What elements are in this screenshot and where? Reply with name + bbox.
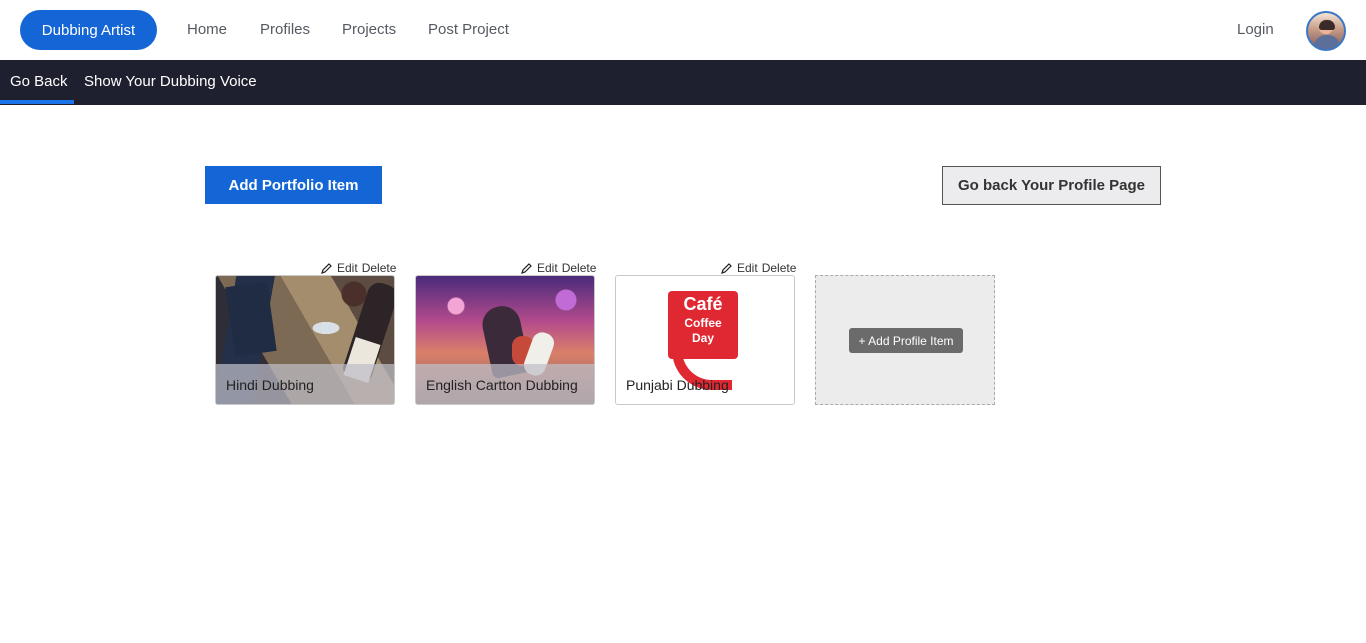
active-tab-indicator	[0, 100, 74, 104]
secondary-navbar: Go Back Show Your Dubbing Voice	[0, 60, 1366, 105]
nav-link-projects[interactable]: Projects	[342, 21, 396, 38]
edit-link[interactable]: Edit	[537, 261, 558, 275]
edit-link[interactable]: Edit	[737, 261, 758, 275]
login-link[interactable]: Login	[1237, 21, 1274, 38]
logo-text: Café	[683, 294, 723, 314]
card-actions: Edit Delete	[520, 261, 596, 275]
tab-show-dubbing-voice[interactable]: Show Your Dubbing Voice	[84, 73, 257, 90]
edit-link[interactable]: Edit	[337, 261, 358, 275]
pencil-icon[interactable]	[520, 262, 533, 275]
go-back-profile-button[interactable]: Go back Your Profile Page	[942, 166, 1161, 205]
nav-link-home[interactable]: Home	[187, 21, 227, 38]
delete-link[interactable]: Delete	[762, 261, 797, 275]
add-profile-item-card[interactable]: + Add Profile Item	[815, 275, 995, 405]
top-navbar: Dubbing Artist Home Profiles Projects Po…	[0, 0, 1366, 60]
avatar[interactable]	[1306, 11, 1346, 51]
portfolio-card[interactable]: Hindi Dubbing	[215, 275, 395, 405]
card-actions: Edit Delete	[720, 261, 796, 275]
pencil-icon[interactable]	[720, 262, 733, 275]
avatar-body	[1314, 35, 1340, 49]
logo-text: Coffee	[684, 316, 722, 330]
portfolio-card[interactable]: English Cartton Dubbing	[415, 275, 595, 405]
tab-go-back[interactable]: Go Back	[10, 73, 68, 90]
pencil-icon[interactable]	[320, 262, 333, 275]
delete-link[interactable]: Delete	[362, 261, 397, 275]
passport-shape	[225, 281, 277, 357]
portfolio-card[interactable]: Café Coffee Day Punjabi Dubbing	[615, 275, 795, 405]
card-caption: Hindi Dubbing	[226, 377, 314, 393]
delete-link[interactable]: Delete	[562, 261, 597, 275]
card-caption: English Cartton Dubbing	[426, 377, 578, 393]
card-actions: Edit Delete	[320, 261, 396, 275]
add-portfolio-item-button[interactable]: Add Portfolio Item	[205, 166, 382, 204]
brand-button[interactable]: Dubbing Artist	[20, 10, 157, 50]
logo-text: Day	[691, 331, 714, 345]
nav-link-post-project[interactable]: Post Project	[428, 21, 509, 38]
cafe-coffee-day-logo: Café Coffee Day	[668, 291, 738, 359]
add-profile-item-button[interactable]: + Add Profile Item	[849, 328, 963, 353]
nav-link-profiles[interactable]: Profiles	[260, 21, 310, 38]
avatar-hair	[1319, 20, 1335, 30]
card-caption: Punjabi Dubbing	[626, 377, 729, 393]
